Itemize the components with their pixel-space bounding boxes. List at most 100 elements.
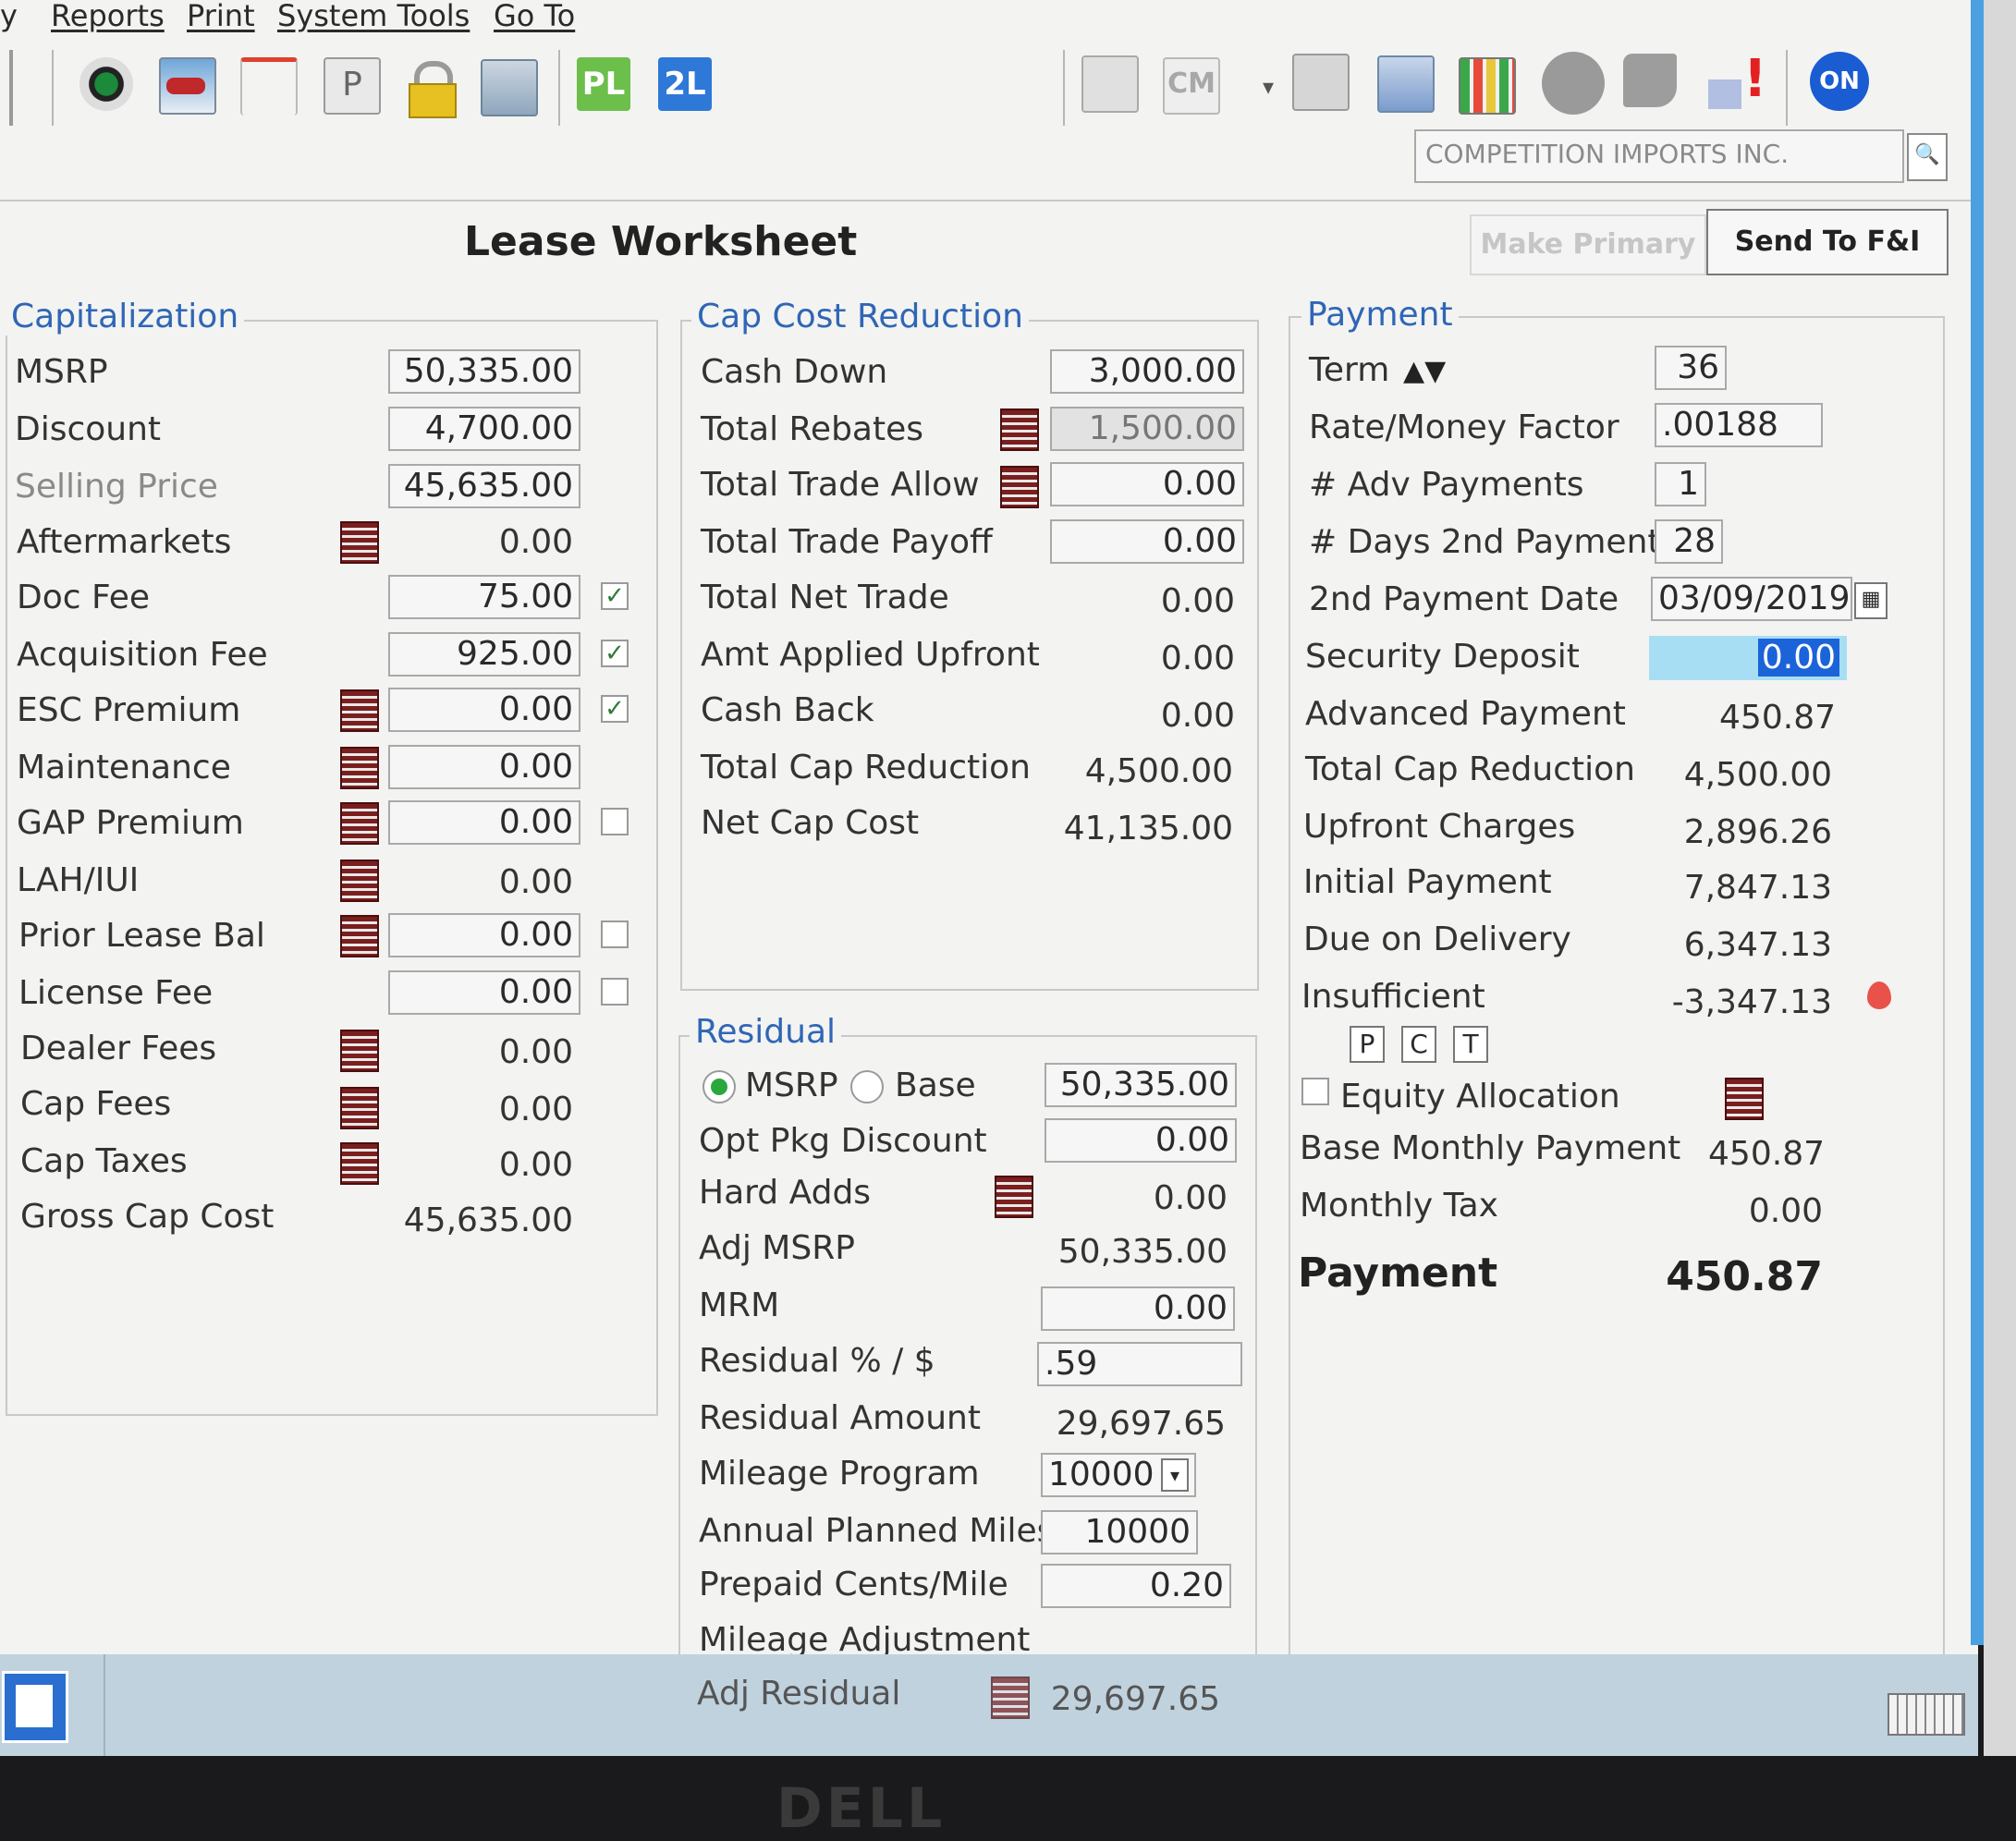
prior-lease-checkbox[interactable] bbox=[601, 920, 629, 948]
payment-total-cap-reduction-value: 4,500.00 bbox=[1683, 756, 1832, 794]
monthly-tax-value: 0.00 bbox=[1748, 1192, 1823, 1230]
on-status-icon[interactable]: ON bbox=[1810, 52, 1869, 111]
base-radio[interactable] bbox=[850, 1070, 884, 1103]
hard-adds-book-icon[interactable] bbox=[995, 1176, 1033, 1218]
document-red-icon[interactable] bbox=[240, 57, 298, 116]
total-trade-payoff-field[interactable]: 0.00 bbox=[1050, 519, 1244, 564]
msrp-radio[interactable] bbox=[703, 1070, 736, 1103]
trade-allow-book-icon[interactable] bbox=[1000, 466, 1039, 508]
2nd-payment-date-field[interactable]: 03/09/2019 bbox=[1651, 577, 1852, 621]
term-up-down-arrows-icon[interactable]: ▲▼ bbox=[1403, 355, 1446, 387]
upfront-charges-value: 2,896.26 bbox=[1683, 813, 1832, 851]
mileage-dropdown-arrow-icon[interactable]: ▾ bbox=[1161, 1458, 1189, 1492]
clipboard-icon[interactable] bbox=[1081, 55, 1139, 113]
aftermarkets-book-icon[interactable] bbox=[340, 521, 379, 564]
p-button[interactable]: P bbox=[1350, 1026, 1385, 1063]
base-radio-label: Base bbox=[895, 1067, 976, 1104]
adj-residual-book-icon[interactable] bbox=[991, 1676, 1030, 1719]
printer-icon[interactable] bbox=[1292, 54, 1350, 111]
app-launcher-icon[interactable] bbox=[2, 1671, 68, 1743]
gray-circle-icon[interactable] bbox=[1542, 52, 1605, 115]
company-search-input[interactable]: COMPETITION IMPORTS INC. bbox=[1414, 129, 1904, 183]
prior-lease-book-icon[interactable] bbox=[340, 915, 379, 957]
boot-icon[interactable] bbox=[1623, 54, 1677, 107]
acquisition-fee-field[interactable]: 925.00 bbox=[388, 632, 580, 677]
lah-book-icon[interactable] bbox=[340, 860, 379, 902]
t-button[interactable]: T bbox=[1453, 1026, 1488, 1063]
search-icon[interactable]: 🔍 bbox=[1907, 133, 1948, 181]
residual-amount-value: 29,697.65 bbox=[1056, 1405, 1226, 1443]
equity-allocation-book-icon[interactable] bbox=[1725, 1078, 1764, 1120]
prepaid-cents-field[interactable]: 0.20 bbox=[1041, 1564, 1231, 1608]
pl-button[interactable]: PL bbox=[577, 57, 630, 111]
menu-system-tools[interactable]: System Tools bbox=[277, 0, 470, 33]
grid-calendar-icon[interactable] bbox=[1459, 57, 1516, 115]
aftermarkets-label: Aftermarkets bbox=[17, 523, 232, 561]
days-2nd-payment-field[interactable]: 28 bbox=[1655, 519, 1723, 564]
annual-planned-miles-field[interactable]: 10000 bbox=[1041, 1510, 1198, 1554]
toolbar: P PL 2L CM ▾ ! ON bbox=[0, 41, 1978, 133]
c-button[interactable]: C bbox=[1401, 1026, 1436, 1063]
application-window: y Reports Print System Tools Go To P PL … bbox=[0, 0, 1978, 1756]
documents-icon[interactable] bbox=[481, 59, 538, 116]
security-deposit-label: Security Deposit bbox=[1305, 638, 1580, 676]
bank-icon[interactable] bbox=[1377, 55, 1435, 113]
security-deposit-field[interactable]: 0.00 bbox=[1649, 636, 1847, 680]
doc-fee-field[interactable]: 75.00 bbox=[388, 575, 580, 619]
license-fee-field[interactable]: 0.00 bbox=[388, 970, 580, 1015]
menu-print[interactable]: Print bbox=[187, 0, 255, 33]
residual-msrp-field[interactable]: 50,335.00 bbox=[1045, 1063, 1237, 1107]
adv-payments-field[interactable]: 1 bbox=[1655, 462, 1706, 506]
opt-pkg-discount-field[interactable]: 0.00 bbox=[1045, 1118, 1237, 1163]
maintenance-book-icon[interactable] bbox=[340, 747, 379, 789]
doc-fee-checkbox[interactable]: ✓ bbox=[601, 582, 629, 610]
selling-price-field[interactable]: 45,635.00 bbox=[388, 464, 580, 508]
license-fee-label: License Fee bbox=[18, 974, 214, 1012]
menu-go-to[interactable]: Go To bbox=[494, 0, 575, 33]
total-rebates-field[interactable]: 1,500.00 bbox=[1050, 407, 1244, 451]
cash-down-field[interactable]: 3,000.00 bbox=[1050, 349, 1244, 394]
discount-field[interactable]: 4,700.00 bbox=[388, 407, 580, 451]
equity-allocation-checkbox[interactable] bbox=[1301, 1078, 1329, 1105]
esc-premium-checkbox[interactable]: ✓ bbox=[601, 695, 629, 723]
rate-money-factor-field[interactable]: .00188 bbox=[1655, 403, 1823, 447]
l2-button[interactable]: 2L bbox=[658, 57, 712, 111]
lock-icon[interactable] bbox=[405, 61, 458, 118]
make-primary-button[interactable]: Make Primary bbox=[1470, 214, 1706, 275]
esc-premium-field[interactable]: 0.00 bbox=[388, 688, 580, 732]
license-fee-checkbox[interactable] bbox=[601, 978, 629, 1006]
menu-reports[interactable]: Reports bbox=[51, 0, 165, 33]
gap-book-icon[interactable] bbox=[340, 802, 379, 845]
total-trade-allow-field[interactable]: 0.00 bbox=[1050, 462, 1244, 506]
mrm-field[interactable]: 0.00 bbox=[1041, 1286, 1235, 1331]
prior-lease-bal-field[interactable]: 0.00 bbox=[388, 913, 580, 957]
rebates-book-icon[interactable] bbox=[1000, 408, 1039, 451]
msrp-field[interactable]: 50,335.00 bbox=[388, 349, 580, 394]
gap-premium-field[interactable]: 0.00 bbox=[388, 800, 580, 845]
cap-fees-book-icon[interactable] bbox=[340, 1087, 379, 1129]
calendar-icon[interactable]: ▦ bbox=[1854, 582, 1888, 619]
esc-book-icon[interactable] bbox=[340, 689, 379, 732]
upfront-charges-label: Upfront Charges bbox=[1303, 808, 1576, 846]
send-to-fi-button[interactable]: Send To F&I bbox=[1706, 209, 1949, 275]
car-image-icon[interactable] bbox=[159, 57, 216, 115]
dealer-fees-book-icon[interactable] bbox=[340, 1030, 379, 1072]
acquisition-fee-checkbox[interactable]: ✓ bbox=[601, 640, 629, 667]
alert-building-icon[interactable]: ! bbox=[1708, 52, 1771, 109]
cash-down-label: Cash Down bbox=[701, 353, 888, 391]
cap-taxes-label: Cap Taxes bbox=[20, 1142, 188, 1180]
disc-icon[interactable] bbox=[79, 57, 133, 111]
gap-premium-checkbox[interactable] bbox=[601, 808, 629, 835]
balloon-icon[interactable] bbox=[1867, 981, 1891, 1009]
toolbar-grip bbox=[9, 50, 13, 126]
cap-taxes-book-icon[interactable] bbox=[340, 1142, 379, 1185]
residual-pct-field[interactable]: .59 bbox=[1037, 1342, 1242, 1386]
parking-icon[interactable]: P bbox=[324, 57, 381, 115]
cm-button[interactable]: CM bbox=[1163, 57, 1220, 115]
taskbar-separator bbox=[104, 1654, 105, 1756]
term-field[interactable]: 36 bbox=[1655, 346, 1727, 390]
dropdown-arrow-icon[interactable]: ▾ bbox=[1263, 74, 1274, 100]
menu-item-y[interactable]: y bbox=[0, 0, 18, 33]
maintenance-field[interactable]: 0.00 bbox=[388, 745, 580, 789]
keyboard-icon[interactable] bbox=[1888, 1693, 1965, 1736]
